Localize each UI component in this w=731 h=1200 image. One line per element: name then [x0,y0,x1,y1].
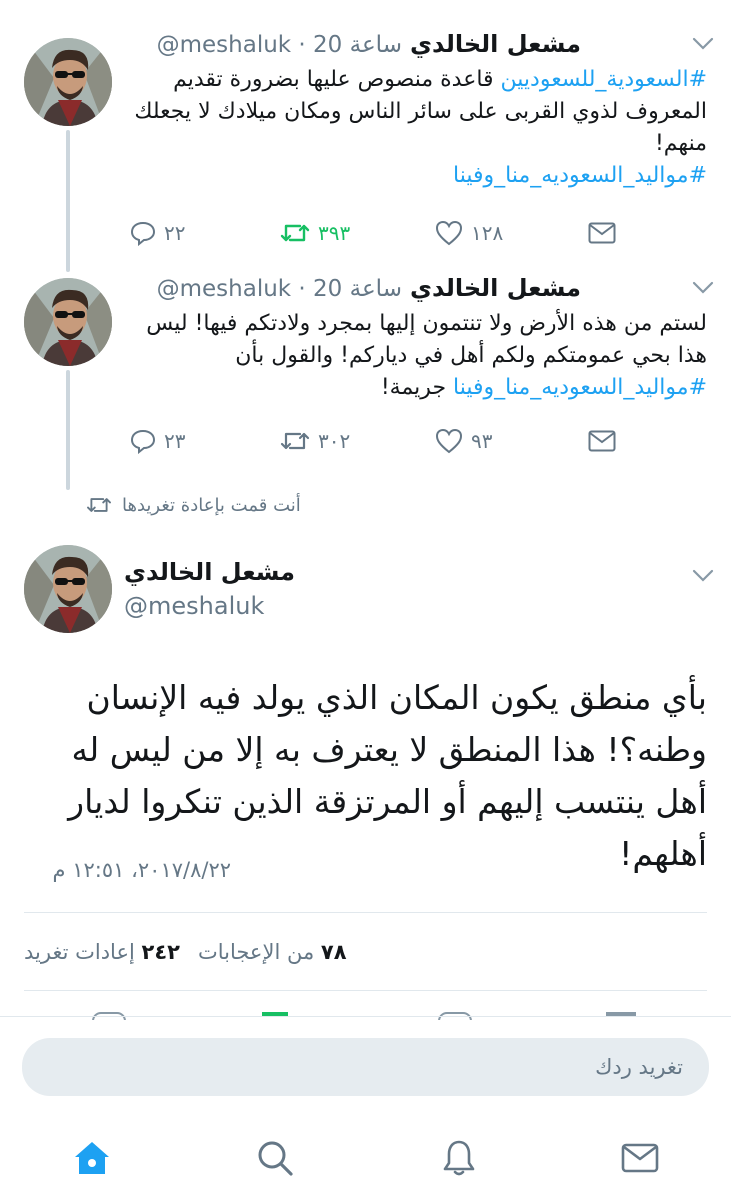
retweet-context: أنت قمت بإعادة تغريدها [86,494,301,516]
author-name[interactable]: مشعل الخالدي [410,30,581,58]
like-button[interactable]: ٩٣ [435,428,492,454]
hashtag-link[interactable]: #السعودية_للسعوديين [501,67,707,92]
author-handle[interactable]: @meshaluk [124,592,264,620]
home-icon[interactable] [70,1136,114,1180]
engagement-stats: ٢٤٢ إعادات تغريد ٧٨ من الإعجابات [24,940,347,964]
chevron-down-icon[interactable] [692,568,714,587]
author-handle[interactable]: @meshaluk [157,32,292,58]
reply-icon [130,221,156,246]
author-handle[interactable]: @meshaluk [157,276,292,302]
like-count: ٩٣ [471,429,493,453]
reply-count: ٢٢ [164,221,186,245]
like-count: ١٢٨ [471,221,504,245]
retweet-button[interactable]: ٣٠٢ [280,428,350,454]
reply-icon [130,429,156,454]
tweet-text: لستم من هذه الأرض ولا تنتمون إليها بمجرد… [146,311,707,400]
tweet-time[interactable]: 20 ساعة [313,32,402,58]
notifications-icon[interactable] [437,1136,481,1180]
envelope-icon [588,222,616,244]
thread-line [66,130,70,272]
main-tweet-text: بأي منطق يكون المكان الذي يولد فيه الإنس… [68,678,707,873]
dot-separator: · [298,276,306,302]
dm-share-button[interactable] [588,222,616,244]
dot-separator: · [298,32,306,58]
reply-button[interactable]: ٢٢ [130,220,185,246]
reply-input[interactable]: تغريد ردك [22,1038,709,1096]
bottom-nav [0,1118,731,1200]
hashtag-link[interactable]: #مواليد_السعوديه_منا_وفينا [453,163,707,188]
retweet-icon [87,498,111,512]
dm-share-button[interactable] [588,430,616,452]
divider [24,912,707,913]
retweet-icon [280,224,310,242]
heart-icon [435,220,463,246]
retweet-icon [280,432,310,450]
reply-count: ٢٣ [164,429,186,453]
retweet-count: ٣٩٣ [318,221,351,245]
retweets-stat[interactable]: ٢٤٢ إعادات تغريد [24,940,180,964]
reply-button[interactable]: ٢٣ [130,428,185,454]
reply-placeholder: تغريد ردك [595,1055,683,1079]
messages-icon[interactable] [618,1136,662,1180]
hashtag-link[interactable]: #مواليد_السعوديه_منا_وفينا [453,375,707,400]
search-icon[interactable] [253,1136,297,1180]
chevron-down-icon[interactable] [692,36,714,55]
retweet-count: ٣٠٢ [318,429,351,453]
author-name[interactable]: مشعل الخالدي [410,274,581,302]
tweet-time[interactable]: 20 ساعة [313,276,402,302]
envelope-icon [588,430,616,452]
avatar[interactable] [24,38,112,126]
likes-stat[interactable]: ٧٨ من الإعجابات [198,940,347,964]
retweet-button[interactable]: ٣٩٣ [280,220,350,246]
divider [0,1016,731,1017]
heart-icon [435,428,463,454]
avatar[interactable] [24,278,112,366]
retweet-context-label: أنت قمت بإعادة تغريدها [122,494,301,516]
chevron-down-icon[interactable] [692,280,714,299]
tweet-text: #السعودية_للسعوديين قاعدة منصوص عليها بض… [134,67,707,188]
tweet-datetime: ٢٠١٧/٨/٢٢، ١٢:٥١ م [52,858,231,882]
divider [24,990,707,991]
tweet-actions: ٢٣ ٣٠٢ ٩٣ [130,428,620,460]
avatar[interactable] [24,545,112,633]
tweet-actions: ٢٢ ٣٩٣ ١٢٨ [130,220,620,252]
like-button[interactable]: ١٢٨ [435,220,503,246]
thread-line [66,370,70,490]
author-name[interactable]: مشعل الخالدي [124,558,295,586]
